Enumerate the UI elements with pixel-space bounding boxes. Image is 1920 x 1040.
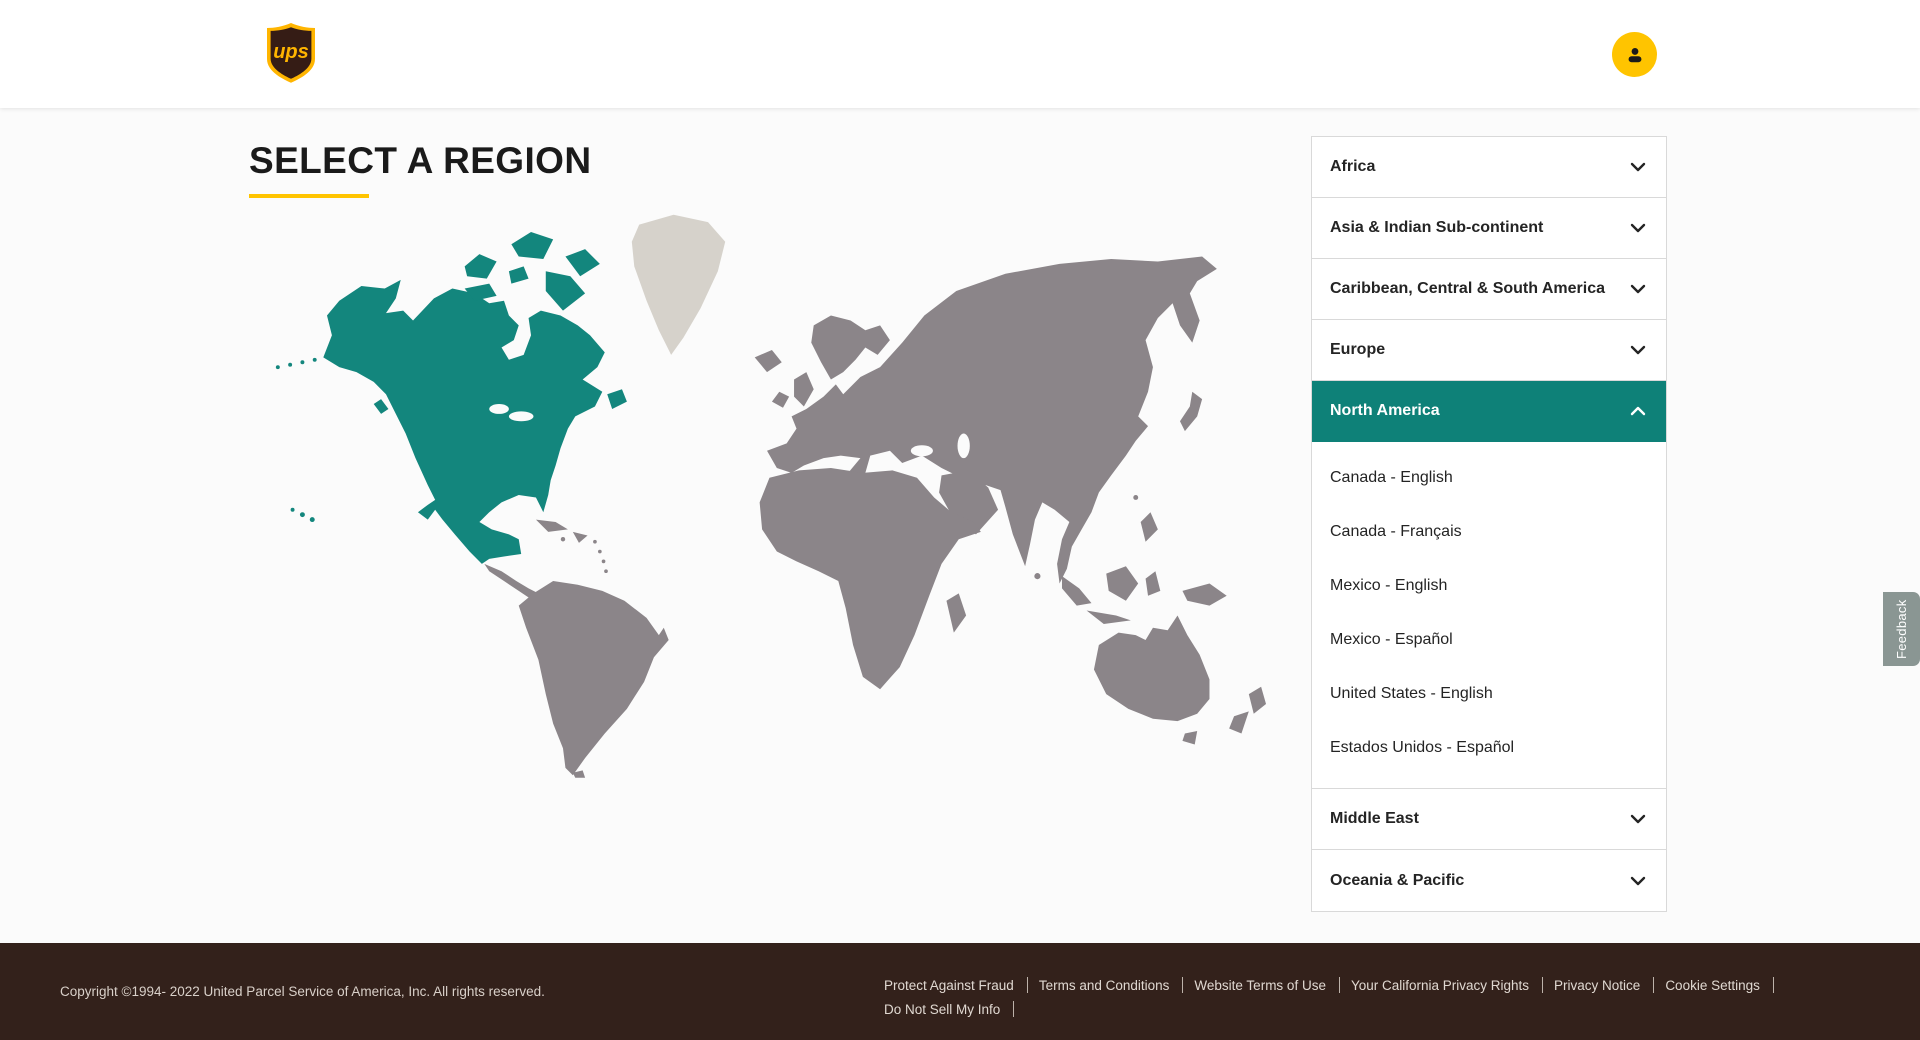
accordion-item-middle-east[interactable]: Middle East: [1312, 789, 1666, 850]
map-region-north-america: [276, 232, 627, 564]
accordion-item-caribbean-central-south-america[interactable]: Caribbean, Central & South America: [1312, 259, 1666, 320]
footer-links-row: Protect Against Fraud Terms and Conditio…: [884, 973, 1814, 997]
footer-link-divider: [1653, 977, 1654, 993]
footer-link-do-not-sell-my-info[interactable]: Do Not Sell My Info: [884, 1002, 1000, 1017]
accordion-item-africa[interactable]: Africa: [1312, 137, 1666, 198]
north-america-options: Canada - English Canada - Français Mexic…: [1312, 442, 1666, 789]
option-canada-francais[interactable]: Canada - Français: [1312, 505, 1666, 559]
feedback-tab[interactable]: Feedback: [1883, 592, 1920, 666]
accordion-item-europe[interactable]: Europe: [1312, 320, 1666, 381]
footer: Copyright ©1994- 2022 United Parcel Serv…: [0, 943, 1920, 1040]
ups-logo-text: ups: [273, 41, 309, 63]
footer-link-divider: [1339, 977, 1340, 993]
accordion-label: North America: [1330, 402, 1440, 420]
footer-links: Protect Against Fraud Terms and Conditio…: [884, 973, 1814, 1021]
footer-link-california-privacy-rights[interactable]: Your California Privacy Rights: [1351, 978, 1529, 993]
region-accordion: Africa Asia & Indian Sub-continent Carib…: [1311, 136, 1667, 912]
footer-links-row: Do Not Sell My Info: [884, 997, 1814, 1021]
footer-link-divider: [1542, 977, 1543, 993]
option-mexico-espanol[interactable]: Mexico - Español: [1312, 613, 1666, 667]
top-nav: ups: [0, 0, 1920, 108]
option-canada-english[interactable]: Canada - English: [1312, 451, 1666, 505]
chevron-down-icon: [1630, 345, 1646, 355]
copyright-text: Copyright ©1994- 2022 United Parcel Serv…: [60, 984, 545, 999]
ups-logo[interactable]: ups: [266, 20, 316, 86]
accordion-item-north-america[interactable]: North America: [1312, 381, 1666, 442]
footer-link-terms-and-conditions[interactable]: Terms and Conditions: [1039, 978, 1170, 993]
chevron-up-icon: [1630, 406, 1646, 416]
accordion-label: Europe: [1330, 341, 1385, 359]
accordion-label: Middle East: [1330, 810, 1419, 828]
footer-link-privacy-notice[interactable]: Privacy Notice: [1554, 978, 1640, 993]
page-title: SELECT A REGION: [249, 140, 591, 182]
footer-link-protect-against-fraud[interactable]: Protect Against Fraud: [884, 978, 1014, 993]
chevron-down-icon: [1630, 284, 1646, 294]
option-estados-unidos-espanol[interactable]: Estados Unidos - Español: [1312, 721, 1666, 775]
accordion-item-asia-indian-subcontinent[interactable]: Asia & Indian Sub-continent: [1312, 198, 1666, 259]
chevron-down-icon: [1630, 876, 1646, 886]
accordion-label: Oceania & Pacific: [1330, 872, 1464, 890]
title-underline: [249, 194, 369, 198]
map-region-world: [484, 257, 1266, 778]
chevron-down-icon: [1630, 162, 1646, 172]
accordion-item-oceania-pacific[interactable]: Oceania & Pacific: [1312, 850, 1666, 911]
accordion-label: Caribbean, Central & South America: [1330, 280, 1605, 298]
option-united-states-english[interactable]: United States - English: [1312, 667, 1666, 721]
map-region-greenland: [632, 215, 725, 355]
accordion-label: Asia & Indian Sub-continent: [1330, 219, 1543, 237]
footer-link-divider: [1773, 977, 1774, 993]
chevron-down-icon: [1630, 814, 1646, 824]
footer-link-divider: [1182, 977, 1183, 993]
footer-link-divider: [1027, 977, 1028, 993]
footer-link-cookie-settings[interactable]: Cookie Settings: [1665, 978, 1760, 993]
footer-link-divider: [1013, 1001, 1014, 1017]
person-icon: [1624, 44, 1646, 66]
account-avatar-button[interactable]: [1612, 32, 1657, 77]
footer-link-website-terms-of-use[interactable]: Website Terms of Use: [1194, 978, 1326, 993]
chevron-down-icon: [1630, 223, 1646, 233]
world-map: [268, 212, 1282, 778]
accordion-label: Africa: [1330, 158, 1375, 176]
option-mexico-english[interactable]: Mexico - English: [1312, 559, 1666, 613]
region-select-page: SELECT A REGION: [0, 108, 1920, 943]
